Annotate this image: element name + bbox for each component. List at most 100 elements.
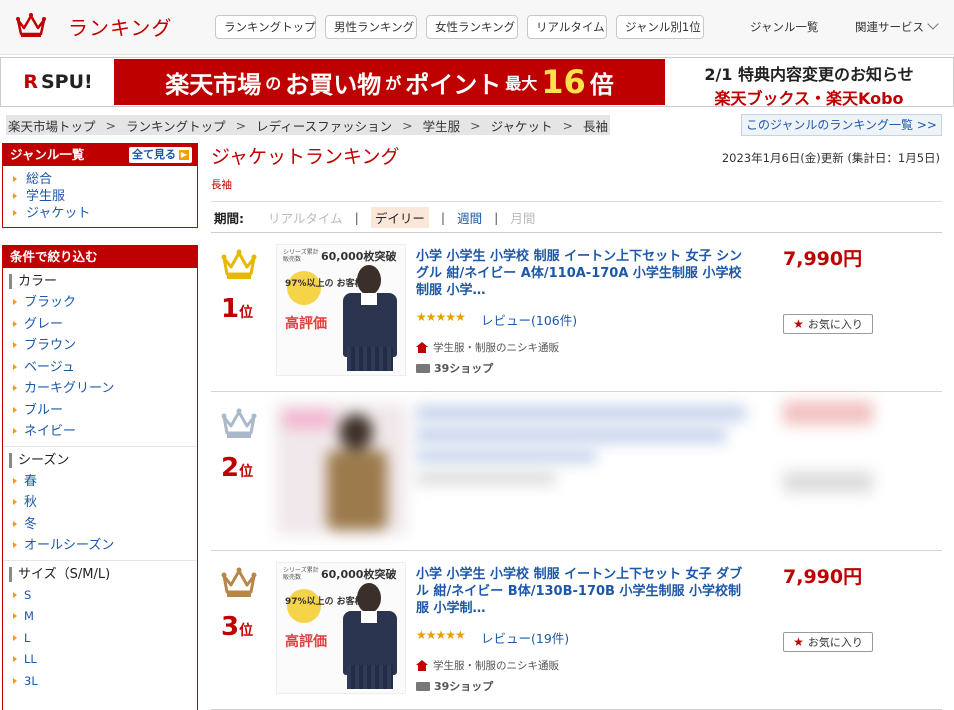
filter-size-s[interactable]: S	[13, 585, 191, 607]
breadcrumb-item[interactable]: 楽天市場トップ	[8, 116, 96, 135]
nav-genre-first[interactable]: ジャンル別1位	[616, 15, 704, 39]
blurred-price	[783, 401, 873, 425]
period-selector: 期間: リアルタイム | デイリー | 週間 | 月間	[211, 201, 942, 233]
nav-men-ranking[interactable]: 男性ランキング	[325, 15, 417, 39]
shop-link[interactable]: 学生服・制服のニシキ通販	[416, 340, 559, 355]
product-image[interactable]: シリーズ累計販売数 60,000枚突破 97%以上の お客様から 高評価	[276, 562, 406, 694]
rank-number: 1位	[221, 294, 261, 324]
banner-text-5: ポイント	[405, 70, 502, 99]
crown-logo-icon[interactable]	[16, 12, 46, 38]
review-link[interactable]: レビュー(19件)	[481, 628, 569, 647]
filter-size-ll[interactable]: LL	[13, 649, 191, 671]
nav-women-ranking[interactable]: 女性ランキング	[426, 15, 518, 39]
breadcrumb-separator: >	[105, 117, 116, 133]
favorite-button[interactable]: ★ お気に入り	[783, 314, 873, 334]
size-filter-title: サイズ（S/M/L)	[9, 566, 191, 582]
breadcrumb-item[interactable]: ランキングトップ	[126, 116, 226, 135]
filter-color-blue[interactable]: ブルー	[13, 400, 191, 422]
filter-season-winter[interactable]: 冬	[13, 514, 191, 536]
shipping-badge: 39ショップ	[416, 360, 493, 376]
blurred-favorite	[783, 471, 873, 493]
breadcrumb-separator: >	[235, 117, 247, 133]
product-image-blurred[interactable]	[276, 403, 406, 535]
rank-number: 3位	[221, 612, 261, 642]
promo-banner[interactable]: R SPU! 楽天市場 の お買い物 が ポイント 最大 16 倍 2/1 特典内…	[0, 57, 954, 109]
model-skirt	[347, 347, 393, 371]
thumb-series-text: シリーズ累計販売数	[283, 249, 319, 263]
breadcrumb-item[interactable]: 学生服	[423, 116, 461, 135]
filter-size-m[interactable]: M	[13, 606, 191, 628]
model-collar	[361, 293, 377, 305]
filter-color-brown[interactable]: ブラウン	[13, 335, 191, 357]
genre-item-all[interactable]: 総合	[13, 171, 197, 188]
product-price: 7,990円	[783, 248, 863, 270]
favorite-button[interactable]: ★ お気に入り	[783, 632, 873, 652]
product-image[interactable]: シリーズ累計販売数 60,000枚突破 97%以上の お客様から 高評価	[276, 244, 406, 376]
period-weekly[interactable]: 週間	[457, 208, 482, 227]
rank-value: 3	[221, 612, 240, 642]
banner-text-3: お買い物	[285, 70, 382, 99]
shop-link[interactable]: 学生服・制服のニシキ通販	[416, 658, 559, 673]
breadcrumb-item[interactable]: レディースファッション	[256, 116, 392, 135]
see-all-button[interactable]: 全て見る ▶	[129, 147, 192, 163]
banner-text-4: が	[385, 74, 402, 93]
blurred-title-line	[416, 405, 746, 421]
blurred-review	[416, 471, 556, 485]
chevron-down-icon	[927, 18, 939, 30]
filter-season-all[interactable]: オールシーズン	[13, 535, 191, 557]
product-title-link[interactable]: 小学 小学生 小学校 制服 イートン上下セット 女子 ダブル 紺/ネイビー B体…	[416, 566, 746, 617]
period-monthly: 月間	[510, 210, 536, 226]
review-link[interactable]: レビュー(106件)	[481, 310, 577, 329]
star-icon: ★	[793, 317, 804, 331]
period-separator: |	[354, 209, 359, 225]
banner-main-message: 楽天市場 の お買い物 が ポイント 最大 16 倍	[114, 59, 665, 105]
rank-suffix: 位	[239, 305, 254, 321]
banner-text-7: 倍	[589, 70, 614, 99]
breadcrumb-separator: >	[470, 117, 481, 133]
color-filter-title: カラー	[9, 274, 191, 289]
nav-ranking-top[interactable]: ランキングトップ	[215, 15, 316, 39]
banner-notice-line2: 楽天ブックス・楽天Kobo	[714, 89, 904, 108]
genre-item-uniform[interactable]: 学生服	[13, 188, 197, 205]
updated-date: 2023年1月6日(金)更新 (集計日：1月5日)	[721, 151, 940, 165]
shipping-text: 39ショップ	[434, 680, 494, 693]
product-price: 7,990円	[783, 566, 863, 588]
ranking-brand-title[interactable]: ランキング	[68, 12, 172, 41]
blur-head	[339, 414, 373, 450]
shipping-badge: 39ショップ	[416, 678, 493, 694]
breadcrumb-item[interactable]: ジャケット	[491, 116, 553, 135]
filter-color-black[interactable]: ブラック	[13, 292, 191, 314]
spu-text: SPU!	[40, 71, 93, 93]
truck-icon	[416, 681, 430, 691]
filter-size-3l[interactable]: 3L	[13, 671, 191, 693]
thumb-count-text: 60,000枚突破	[321, 250, 397, 263]
top-header: ランキング ランキングトップ 男性ランキング 女性ランキング リアルタイム ジャ…	[0, 0, 954, 55]
related-services-label: 関連サービス	[855, 20, 924, 34]
crown-silver-icon	[221, 408, 257, 438]
filter-color-navy[interactable]: ネイビー	[13, 421, 191, 443]
blurred-title-line	[416, 449, 596, 463]
filter-color-khaki[interactable]: カーキグリーン	[13, 378, 191, 400]
filter-season-autumn[interactable]: 秋	[13, 492, 191, 514]
filter-size-l[interactable]: L	[13, 628, 191, 650]
genre-ranking-list-link[interactable]: このジャンルのランキング一覧 >>	[741, 114, 942, 136]
genre-item-jacket[interactable]: ジャケット	[13, 205, 197, 222]
genre-list-header: ジャンル一覧 全て見る ▶	[3, 144, 197, 166]
thumb-rating-text: 高評価	[285, 316, 327, 332]
genre-list-link[interactable]: ジャンル一覧	[750, 19, 818, 35]
season-filter-title: シーズン	[9, 452, 191, 468]
filter-color-beige[interactable]: ベージュ	[13, 357, 191, 379]
product-title-link[interactable]: 小学 小学生 小学校 制服 イートン上下セット 女子 シングル 紺/ネイビー A…	[416, 248, 746, 299]
season-filter: シーズン 春 秋 冬 オールシーズン	[3, 447, 197, 561]
related-services-menu[interactable]: 関連サービス	[855, 18, 939, 35]
filter-color-gray[interactable]: グレー	[13, 314, 191, 336]
banner-notice: 2/1 特典内容変更のお知らせ 楽天ブックス・楽天Kobo	[667, 61, 951, 109]
rank-value: 2	[221, 453, 240, 483]
period-daily[interactable]: デイリー	[370, 206, 429, 228]
shop-name: 学生服・制服のニシキ通販	[433, 342, 559, 354]
banner-text-2: の	[265, 74, 282, 93]
banner-notice-line1: 2/1 特典内容変更のお知らせ	[704, 65, 914, 84]
rank-suffix: 位	[239, 623, 254, 639]
nav-realtime[interactable]: リアルタイム	[527, 15, 607, 39]
filter-season-spring[interactable]: 春	[13, 471, 191, 493]
